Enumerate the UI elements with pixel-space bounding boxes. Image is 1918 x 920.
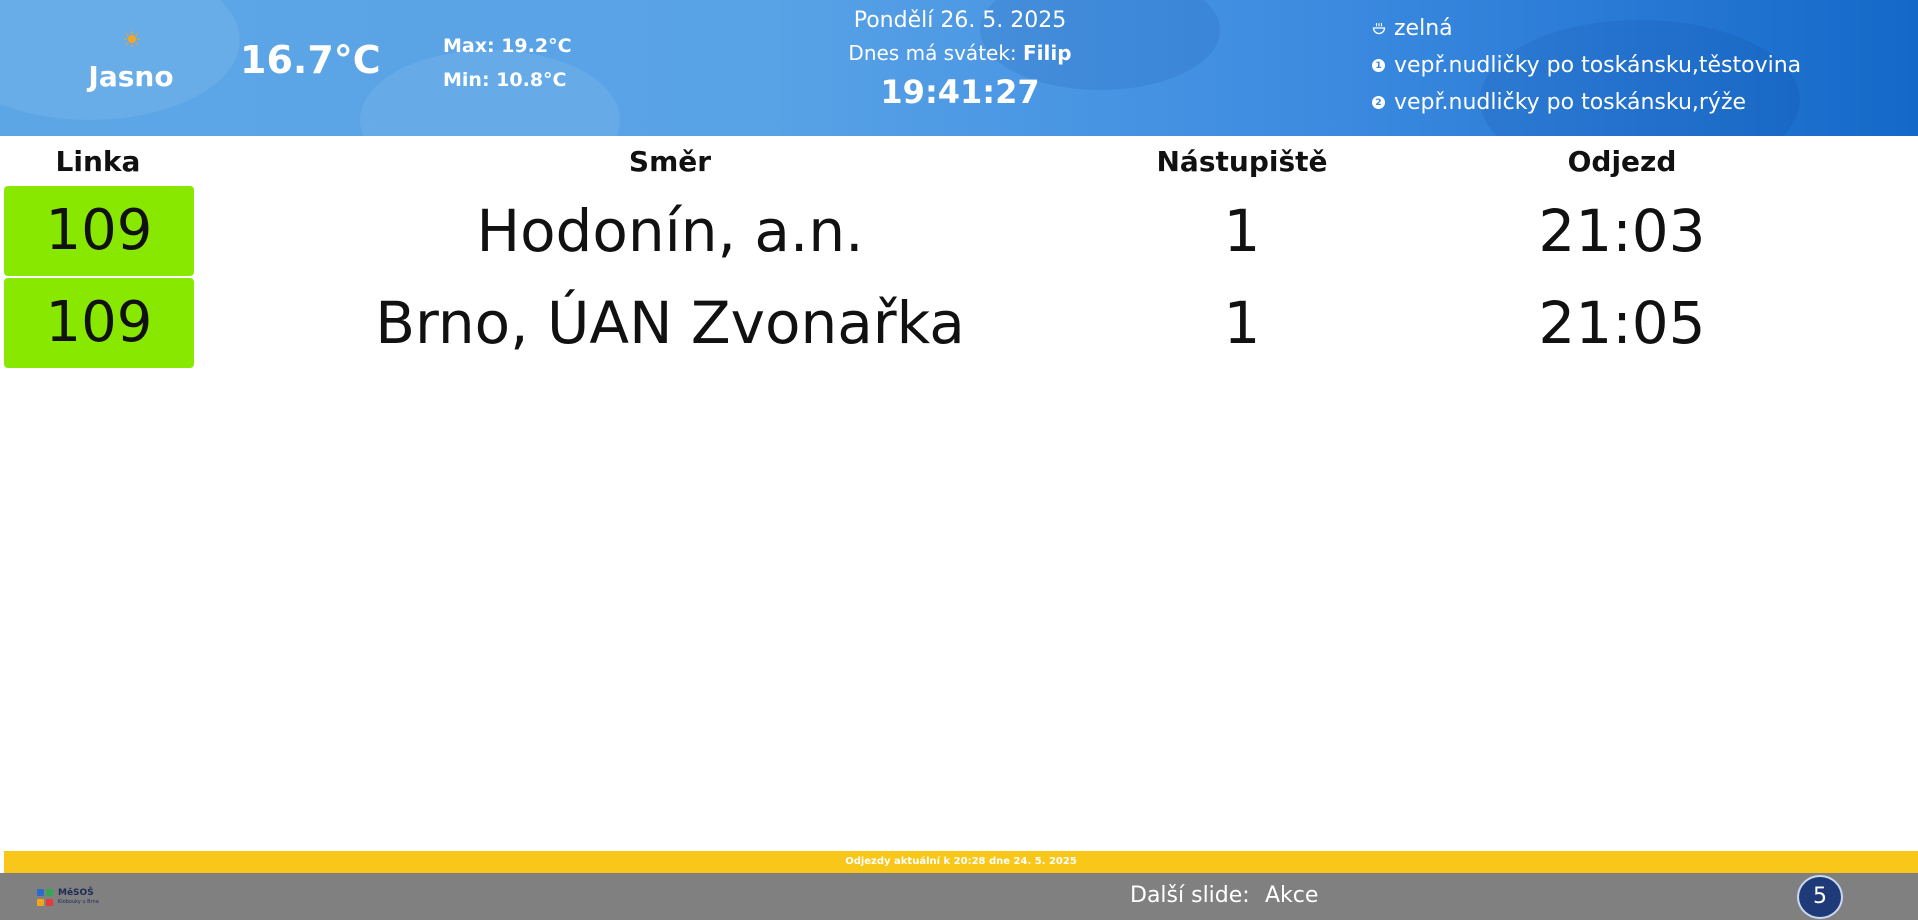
number-1-icon: 1 <box>1372 59 1385 72</box>
menu-item-text: vepř.nudličky po toskánsku,těstovina <box>1394 53 1802 78</box>
min-temperature: Min: 10.8°C <box>443 69 567 91</box>
update-info-bar: Odjezdy aktuální k 20:28 dne 24. 5. 2025 <box>4 851 1918 873</box>
nameday: Dnes má svátek: Filip <box>800 38 1120 68</box>
menu-item-1: 1 vepř.nudličky po toskánsku,těstovina <box>1372 47 1801 84</box>
update-time: 20:28 <box>953 856 986 867</box>
table-row: 109 Brno, ÚAN Zvonařka 1 21:05 <box>0 278 1918 368</box>
line-badge: 109 <box>4 278 194 368</box>
header-platform: Nástupiště <box>1156 145 1328 178</box>
departure-cell: 21:03 <box>1538 197 1706 265</box>
school-logo: MěSOŠ Klobouky u Brna <box>36 887 116 909</box>
nameday-name: Filip <box>1023 41 1072 65</box>
lunch-menu: zelná 1 vepř.nudličky po toskánsku,těsto… <box>1372 10 1801 121</box>
direction-cell: Brno, ÚAN Zvonařka <box>375 289 965 357</box>
footer-bar: MěSOŠ Klobouky u Brna Další slide: Akce … <box>0 873 1918 920</box>
current-date: Pondělí 26. 5. 2025 <box>853 8 1067 33</box>
date-time-block: Pondělí 26. 5. 2025 Dnes má svátek: Fili… <box>800 6 1120 112</box>
update-suffix: dne 24. 5. 2025 <box>989 856 1077 867</box>
platform-cell: 1 <box>1223 197 1261 265</box>
platform-cell: 1 <box>1223 289 1261 357</box>
header-direction: Směr <box>628 145 712 178</box>
departure-cell: 21:05 <box>1538 289 1706 357</box>
logo-text: MěSOŠ <box>58 888 94 898</box>
next-slide-value: Akce <box>1265 883 1319 908</box>
logo-subtext: Klobouky u Brna <box>58 899 99 905</box>
number-2-icon: 2 <box>1372 96 1385 109</box>
menu-item-soup: zelná <box>1372 10 1801 47</box>
line-badge: 109 <box>4 186 194 276</box>
menu-item-text: zelná <box>1394 16 1453 41</box>
slide-counter: 5 <box>1797 875 1843 919</box>
next-slide-label: Další slide: <box>1130 883 1250 908</box>
table-row: 109 Hodonín, a.n. 1 21:03 <box>0 186 1918 276</box>
update-prefix: Odjezdy aktuální k <box>845 856 951 867</box>
current-temperature: 16.7°C <box>240 38 381 82</box>
clock: 19:41:27 <box>880 73 1040 111</box>
info-header: Jasno 16.7°C Max: 19.2°C Min: 10.8°C Pon… <box>0 0 1918 136</box>
header-departure: Odjezd <box>1567 145 1677 178</box>
logo-icon <box>37 889 53 906</box>
direction-cell: Hodonín, a.n. <box>476 197 864 265</box>
soup-icon <box>1372 22 1386 34</box>
menu-item-2: 2 vepř.nudličky po toskánsku,rýže <box>1372 84 1801 121</box>
nameday-label: Dnes má svátek: <box>848 41 1017 65</box>
max-temperature: Max: 19.2°C <box>443 35 572 57</box>
menu-item-text: vepř.nudličky po toskánsku,rýže <box>1394 90 1747 115</box>
header-decoration <box>360 50 620 136</box>
sun-icon <box>124 31 140 47</box>
header-line: Linka <box>55 145 141 178</box>
weather-condition: Jasno <box>88 60 174 93</box>
